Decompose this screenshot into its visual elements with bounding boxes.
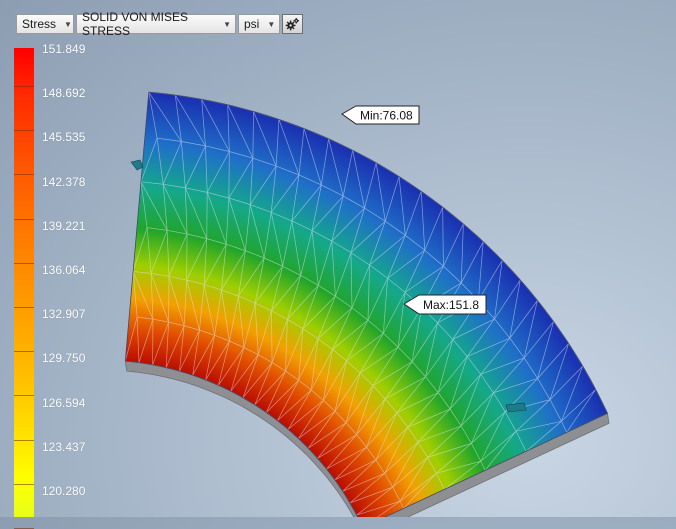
legend-tick	[14, 307, 34, 308]
result-toolbar: Stress ▼ SOLID VON MISES STRESS ▼ psi ▼	[16, 10, 303, 38]
legend-value-label: 126.594	[42, 395, 86, 410]
legend-value-label: 120.280	[42, 484, 86, 498]
legend-tick	[14, 351, 34, 353]
max-probe-label[interactable]: Max:151.8	[403, 294, 487, 315]
min-probe-label[interactable]: Min:76.08	[341, 105, 420, 125]
unit-dropdown[interactable]: psi ▼	[238, 14, 280, 34]
min-probe-text: Min:76.08	[360, 109, 413, 123]
unit-value: psi	[244, 17, 260, 31]
legend-value-label: 123.437	[42, 439, 86, 454]
legend-value-label: 151.849	[42, 42, 86, 56]
display-settings-button[interactable]	[282, 14, 303, 34]
legend-tick	[14, 86, 34, 87]
legend-value-label: 139.221	[42, 218, 86, 233]
stress-contour-model[interactable]: Min:76.08 Max:151.8	[0, 0, 676, 517]
result-component-dropdown[interactable]: SOLID VON MISES STRESS ▼	[76, 10, 236, 38]
result-component-value: SOLID VON MISES STRESS	[82, 10, 189, 38]
chevron-down-icon: ▼	[223, 19, 231, 29]
chevron-down-icon: ▼	[64, 19, 72, 29]
legend-tick	[14, 483, 34, 485]
legend-value-label: 129.750	[42, 351, 86, 366]
legend-tick	[14, 395, 34, 397]
legend-tick	[14, 439, 34, 441]
color-legend-bar	[14, 48, 34, 517]
legend-value-label: 145.535	[42, 130, 86, 145]
result-type-dropdown[interactable]: Stress ▼	[16, 14, 74, 34]
legend-tick	[14, 218, 34, 220]
gear-icon	[285, 17, 300, 30]
legend-value-label: 142.378	[42, 174, 86, 189]
graphics-viewport[interactable]: Min:76.08 Max:151.8 Stress ▼ SOLID VON M…	[0, 0, 676, 529]
legend-value-label: 132.907	[42, 307, 86, 322]
result-type-value: Stress	[22, 17, 57, 31]
legend-tick	[14, 174, 34, 176]
fixed-constraint-icon	[130, 159, 144, 171]
chevron-down-icon: ▼	[267, 19, 276, 29]
legend-tick	[14, 262, 34, 264]
max-probe-text: Max:151.8	[423, 298, 479, 312]
legend-value-label: 148.692	[42, 86, 86, 101]
legend-value-label: 136.064	[42, 263, 86, 277]
legend-tick	[14, 130, 34, 132]
